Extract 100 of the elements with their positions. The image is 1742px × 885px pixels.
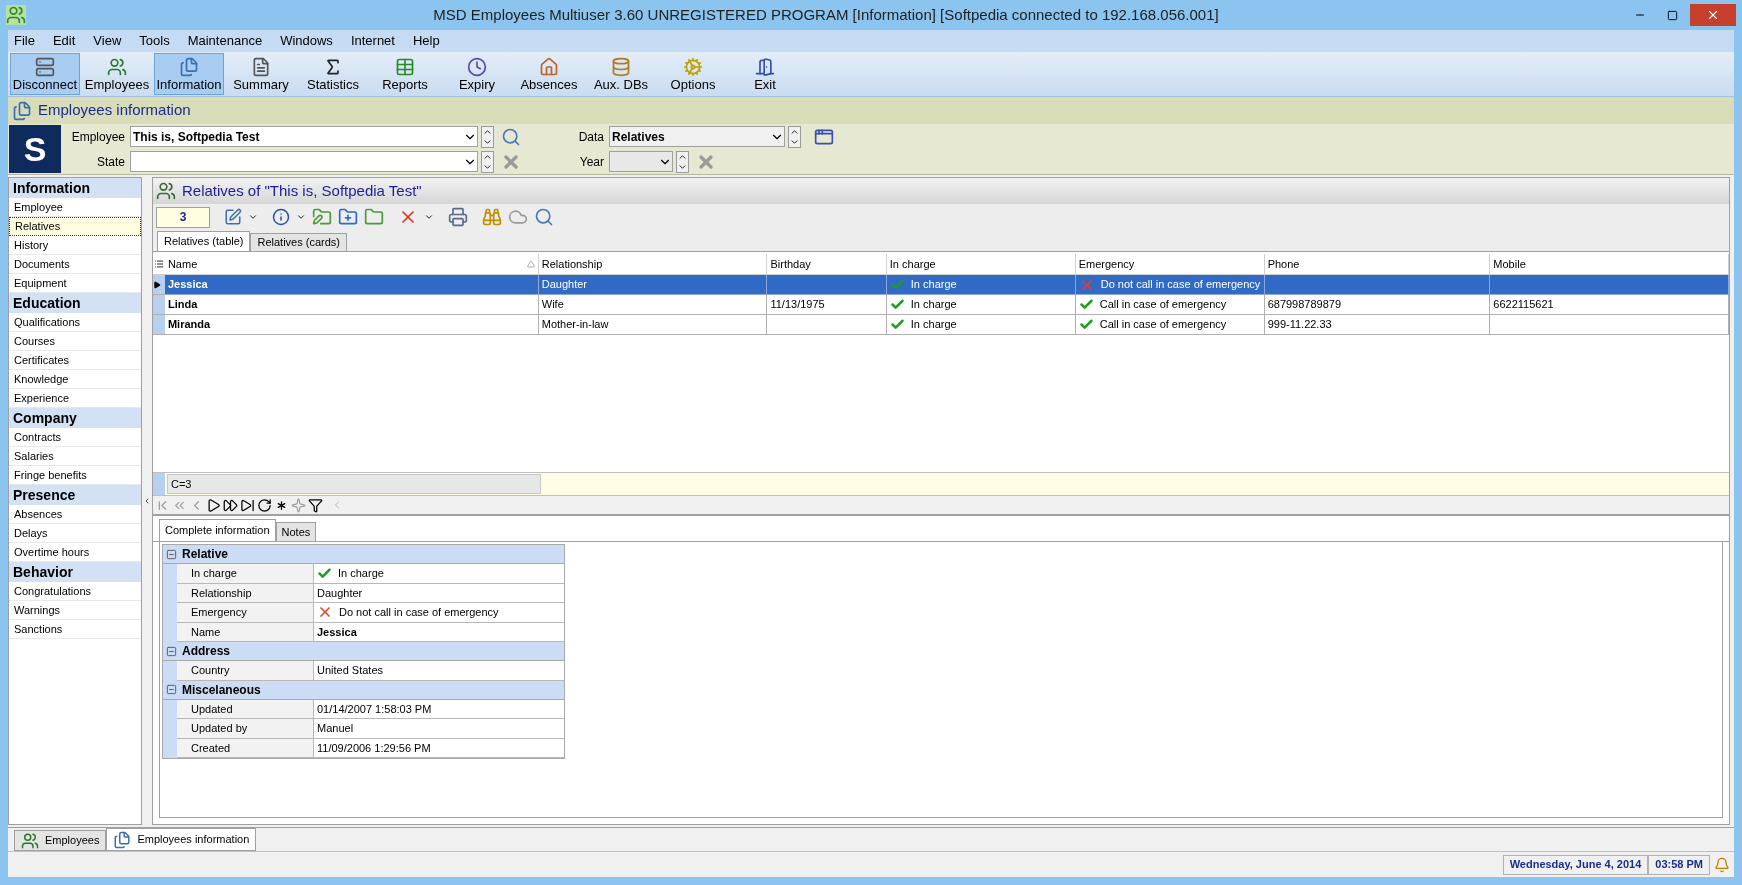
menu-item[interactable]: View bbox=[93, 31, 122, 51]
info-icon[interactable] bbox=[272, 208, 290, 226]
collapse-icon[interactable] bbox=[166, 645, 177, 657]
last-icon[interactable] bbox=[240, 497, 255, 513]
table-row[interactable]: Miranda Mother-in-law In charge Call in case of emergency 999-11.22.33 bbox=[153, 315, 1729, 335]
row-indicator bbox=[153, 473, 165, 495]
menu-item[interactable]: Tools bbox=[139, 31, 170, 51]
sidebar-item[interactable]: Salaries bbox=[9, 447, 141, 466]
print-icon[interactable] bbox=[448, 207, 468, 227]
table-row[interactable]: Linda Wife 11/13/1975 In charge Call in case of emergency 687998789879 6622115621 bbox=[153, 295, 1729, 315]
window-tab[interactable]: Employees information bbox=[106, 828, 257, 851]
edit-icon[interactable] bbox=[224, 208, 242, 226]
sidebar-group-header[interactable]: Behavior bbox=[9, 562, 141, 582]
folder-add-icon[interactable] bbox=[338, 207, 358, 227]
sidebar-group-header[interactable]: Information bbox=[9, 178, 141, 198]
column-header[interactable]: Name bbox=[164, 254, 539, 274]
spin-button[interactable] bbox=[481, 125, 494, 148]
sidebar-item[interactable]: Absences bbox=[9, 505, 141, 524]
column-header[interactable]: Relationship bbox=[538, 254, 768, 274]
sidebar-item[interactable]: Warnings bbox=[9, 601, 141, 620]
column-chooser-icon[interactable] bbox=[153, 259, 164, 269]
sidebar-group-header[interactable]: Presence bbox=[9, 485, 141, 505]
state-dropdown[interactable] bbox=[130, 151, 478, 172]
tab[interactable]: Notes bbox=[275, 522, 317, 541]
filter-icon[interactable] bbox=[308, 497, 323, 513]
data-dropdown[interactable]: Relatives bbox=[609, 126, 785, 147]
folder-edit-icon[interactable] bbox=[312, 207, 332, 227]
search-icon[interactable] bbox=[534, 207, 554, 227]
sidebar-group-header[interactable]: Education bbox=[9, 293, 141, 313]
column-header[interactable]: Emergency bbox=[1075, 254, 1265, 274]
sidebar-item[interactable]: Contracts bbox=[9, 428, 141, 447]
window-tab[interactable]: Employees bbox=[14, 830, 107, 851]
toolbar-button[interactable]: Employees bbox=[82, 53, 152, 95]
spin-button[interactable] bbox=[788, 125, 801, 148]
bell-icon[interactable] bbox=[1714, 856, 1730, 873]
toolbar-button[interactable]: Information bbox=[154, 53, 224, 95]
property-label: Relationship bbox=[177, 583, 314, 603]
tab[interactable]: Relatives (table) bbox=[157, 231, 251, 251]
property-label: Updated by bbox=[177, 719, 314, 739]
toolbar-button[interactable]: Exit bbox=[730, 53, 800, 95]
folder-icon[interactable] bbox=[364, 207, 384, 227]
fast-forward-icon[interactable] bbox=[223, 497, 238, 513]
field-label: State bbox=[95, 153, 126, 171]
column-header[interactable]: Phone bbox=[1264, 254, 1491, 274]
spin-button[interactable] bbox=[481, 150, 494, 173]
tab[interactable]: Complete information bbox=[159, 519, 276, 541]
toolbar-button[interactable]: Absences bbox=[514, 53, 584, 95]
next-icon[interactable] bbox=[206, 497, 221, 513]
toolbar-button[interactable]: Summary bbox=[226, 53, 296, 95]
refresh-icon[interactable] bbox=[257, 497, 272, 513]
tab[interactable]: Relatives (cards) bbox=[250, 233, 347, 251]
sidebar-item[interactable]: Knowledge bbox=[9, 370, 141, 389]
toolbar-button[interactable]: Expiry bbox=[442, 53, 512, 95]
sidebar-item[interactable]: History bbox=[9, 236, 141, 255]
sidebar-item[interactable]: Sanctions bbox=[9, 620, 141, 639]
table-row[interactable]: Jessica Daughter In charge Do not call in case of emergency bbox=[153, 275, 1729, 295]
toolbar-button[interactable]: Disconnect bbox=[10, 53, 80, 95]
collapse-icon[interactable] bbox=[143, 496, 151, 506]
logo-letter: S bbox=[23, 128, 47, 170]
column-header[interactable]: Mobile bbox=[1490, 254, 1729, 274]
panel-title: Relatives of "This is, Softpedia Test" bbox=[182, 180, 422, 201]
menu-item[interactable]: Help bbox=[412, 31, 440, 51]
toolbar-button[interactable]: Options bbox=[658, 53, 728, 95]
caret-icon[interactable] bbox=[424, 212, 434, 222]
menu-item[interactable]: Windows bbox=[280, 31, 333, 51]
property-value: 01/14/2007 1:58:03 PM bbox=[317, 701, 432, 717]
sidebar-item[interactable]: Certificates bbox=[9, 351, 141, 370]
menu-item[interactable]: Maintenance bbox=[187, 31, 263, 51]
search-icon[interactable] bbox=[501, 126, 521, 147]
sidebar-item[interactable]: Congratulations bbox=[9, 582, 141, 601]
field-label: Year bbox=[578, 153, 605, 171]
employee-dropdown[interactable]: This is, Softpedia Test bbox=[130, 126, 478, 147]
cell-text: In charge bbox=[910, 277, 957, 293]
sidebar-item[interactable]: Documents bbox=[9, 255, 141, 274]
toolbar-button[interactable]: Aux. DBs bbox=[586, 53, 656, 95]
caret-icon[interactable] bbox=[248, 212, 258, 222]
clock-icon bbox=[467, 56, 487, 77]
menu-item[interactable]: Internet bbox=[350, 31, 395, 51]
sidebar-item[interactable]: Courses bbox=[9, 332, 141, 351]
collapse-icon[interactable] bbox=[166, 548, 177, 560]
row-pointer-icon bbox=[153, 280, 161, 289]
binoculars-icon[interactable] bbox=[482, 207, 502, 227]
sidebar-item[interactable]: Qualifications bbox=[9, 313, 141, 332]
toolbar-button[interactable]: Statistics bbox=[298, 53, 368, 95]
menu-item[interactable]: File bbox=[14, 31, 35, 51]
row-indicator[interactable] bbox=[153, 275, 165, 295]
menu-item[interactable]: Edit bbox=[52, 31, 76, 51]
property-value: Jessica bbox=[317, 624, 357, 640]
column-header[interactable]: Birthday bbox=[767, 254, 887, 274]
sidebar-item[interactable]: Relatives bbox=[9, 217, 141, 236]
caret-icon[interactable] bbox=[296, 212, 306, 222]
collapse-icon[interactable] bbox=[166, 684, 177, 695]
property-value: 11/09/2006 1:29:56 PM bbox=[317, 740, 431, 756]
column-header[interactable]: In charge bbox=[886, 254, 1076, 274]
cloud-icon[interactable] bbox=[508, 207, 528, 227]
toolbar-button[interactable]: Reports bbox=[370, 53, 440, 95]
sidebar-group-header[interactable]: Company bbox=[9, 408, 141, 428]
record-counter: 3 bbox=[156, 206, 210, 228]
sidebar-item[interactable]: Delays bbox=[9, 524, 141, 543]
spin-button[interactable] bbox=[676, 150, 689, 173]
